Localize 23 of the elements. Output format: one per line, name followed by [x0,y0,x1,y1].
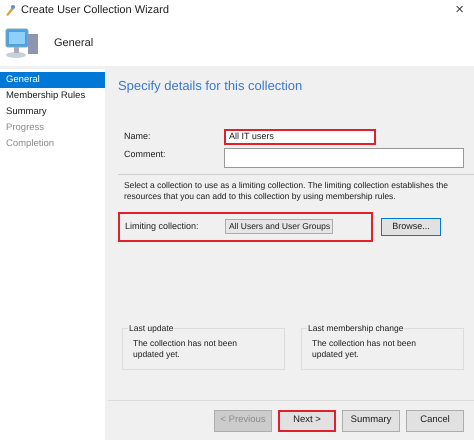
comment-label: Comment: [124,148,167,160]
browse-button[interactable]: Browse... [381,218,441,236]
description-text: Select a collection to use as a limiting collection. The limiting collection establishes the resources that you can add to this collection by using membership rules. [124,180,449,202]
group-title: Last update [128,323,174,333]
name-label: Name: [124,130,152,143]
window-title: Create User Collection Wizard [21,2,169,18]
computer-icon [4,26,40,60]
limiting-collection-label: Limiting collection: [125,220,200,233]
wizard-button[interactable]: Next > [278,410,336,432]
name-field[interactable]: All IT users [224,128,376,144]
comment-field[interactable] [224,148,464,168]
group-text: The collection has not been updated yet. [312,338,417,360]
limiting-collection-field: All Users and User Groups [225,219,333,234]
sidebar-item[interactable]: Membership Rules [0,88,105,104]
sidebar-item[interactable]: General [0,72,105,88]
section-heading: Specify details for this collection [118,77,304,95]
wizard-button[interactable]: Cancel [406,410,464,432]
group-text: The collection has not been updated yet. [133,338,238,360]
sidebar-item[interactable]: Summary [0,104,105,120]
page-title: General [54,36,94,51]
close-button[interactable]: × [455,0,464,22]
wizard-button[interactable]: Summary [342,410,400,432]
group-title: Last membership change [307,323,404,333]
